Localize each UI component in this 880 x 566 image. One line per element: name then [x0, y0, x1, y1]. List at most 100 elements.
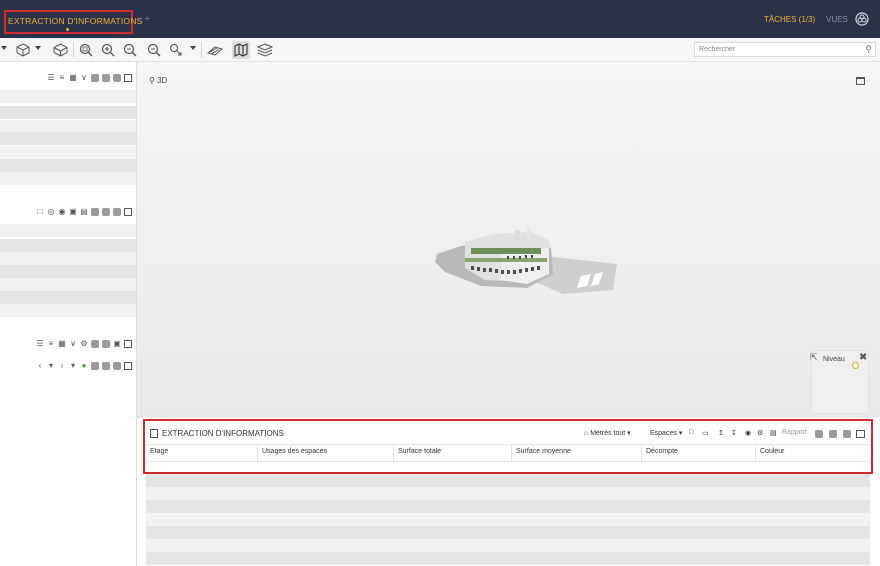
- niveau-label: Niveau: [823, 356, 845, 363]
- chevron-down-icon[interactable]: [35, 46, 41, 50]
- group-icon[interactable]: ▦: [69, 74, 77, 82]
- panel-tools-2: □ ◎ ◉ ▣ ▤: [36, 208, 132, 216]
- view-mode-text: 3D: [157, 76, 168, 85]
- column-header-surface-totale[interactable]: Surface totale: [394, 445, 512, 461]
- search-icon[interactable]: ⚲: [865, 44, 872, 55]
- settings-icon[interactable]: ⚙: [757, 429, 763, 437]
- maximize-icon[interactable]: [124, 340, 132, 348]
- zoom-out-icon[interactable]: [121, 41, 139, 59]
- espaces-dropdown[interactable]: Espaces ▾: [650, 429, 682, 437]
- section-box-icon[interactable]: [51, 41, 69, 59]
- group-icon[interactable]: ▦: [58, 340, 66, 348]
- panel-tools-1: ☰ ≡ ▦ ∨: [47, 74, 132, 82]
- 3d-viewport[interactable]: [137, 62, 880, 418]
- list-item: [0, 278, 136, 291]
- tag-icon[interactable]: ●: [80, 362, 88, 370]
- chevron-left-icon[interactable]: ‹: [36, 362, 44, 370]
- zoom-fit-icon[interactable]: [77, 41, 95, 59]
- hierarchy-icon[interactable]: ≡: [47, 340, 55, 348]
- tool-icon[interactable]: [843, 430, 851, 440]
- eye-icon[interactable]: ◉: [58, 208, 66, 216]
- new-document-icon[interactable]: □: [689, 429, 693, 436]
- cube-view-icon[interactable]: [14, 41, 32, 59]
- chevron-down-icon[interactable]: [190, 46, 196, 50]
- maximize-icon[interactable]: [124, 208, 132, 216]
- close-icon[interactable]: ✖: [859, 352, 867, 363]
- tool-icon[interactable]: [102, 340, 110, 348]
- chevron-down-icon[interactable]: ▾: [47, 362, 55, 370]
- left-panel: ☰ ≡ ▦ ∨ □ ◎ ◉ ▣ ▤ ☰ ≡ ▦ ∨ ⚙ ▣ ‹ ▾ › ▾ ●: [0, 62, 137, 566]
- maximize-icon[interactable]: [856, 430, 865, 440]
- tool-icon[interactable]: [102, 208, 110, 216]
- tab-label: EXTRACTION D'INFORMATIONS: [8, 16, 143, 26]
- maximize-icon[interactable]: [124, 362, 132, 370]
- zoom-window-icon[interactable]: [145, 41, 163, 59]
- active-tab-indicator: [66, 28, 69, 31]
- chevron-down-icon[interactable]: ▾: [69, 362, 77, 370]
- tool-icon[interactable]: [91, 362, 99, 370]
- filter-icon[interactable]: ∨: [69, 340, 77, 348]
- target-icon[interactable]: ◎: [47, 208, 55, 216]
- metres-dropdown[interactable]: ⌂ Métrés tout ▾: [584, 429, 631, 437]
- tree-icon[interactable]: ☰: [36, 340, 44, 348]
- column-header-decompte[interactable]: Décompte: [642, 445, 756, 461]
- expand-arrow-icon[interactable]: ⇱: [810, 352, 818, 363]
- list-item: [0, 159, 136, 172]
- tool-icon[interactable]: [815, 430, 823, 440]
- tool-icon[interactable]: [102, 74, 110, 82]
- plane-icon[interactable]: [206, 41, 224, 59]
- search-input[interactable]: [695, 43, 855, 56]
- column-header-couleur[interactable]: Couleur: [756, 445, 870, 461]
- layers-icon[interactable]: [256, 41, 274, 59]
- building-model[interactable]: [431, 228, 623, 298]
- cube-icon[interactable]: ▣: [69, 208, 77, 216]
- maximize-icon[interactable]: [856, 77, 865, 85]
- tool-icon[interactable]: [113, 74, 121, 82]
- camera-icon[interactable]: ▣: [113, 340, 121, 348]
- chevron-right-icon[interactable]: ›: [58, 362, 66, 370]
- tool-icon[interactable]: [113, 208, 121, 216]
- hierarchy-icon[interactable]: ≡: [58, 74, 66, 82]
- search-field[interactable]: ⚲: [694, 42, 876, 57]
- eye-icon[interactable]: ◉: [745, 429, 751, 437]
- view-mode-label[interactable]: ⚲ 3D: [149, 76, 167, 85]
- document-icon[interactable]: □: [36, 208, 44, 216]
- chevron-down-icon[interactable]: [1, 46, 7, 50]
- add-tab-button[interactable]: +: [144, 13, 150, 25]
- tasks-button[interactable]: TÂCHES (1/3): [764, 15, 815, 24]
- tool-icon[interactable]: [113, 362, 121, 370]
- tool-icon[interactable]: [91, 340, 99, 348]
- tree-icon[interactable]: ☰: [47, 74, 55, 82]
- filter-icon[interactable]: ∨: [80, 74, 88, 82]
- column-header-usages[interactable]: Usages des espaces: [258, 445, 394, 461]
- app-logo-icon[interactable]: [855, 12, 869, 26]
- map-icon[interactable]: [232, 41, 250, 59]
- column-header-etage[interactable]: Etage: [146, 445, 258, 461]
- book-icon[interactable]: ▤: [80, 208, 88, 216]
- select-cursor-icon[interactable]: [167, 41, 185, 59]
- maximize-icon[interactable]: [124, 74, 132, 82]
- tool-icon[interactable]: [829, 430, 837, 440]
- navigation-tools: ‹ ▾ › ▾ ●: [36, 362, 132, 370]
- upload-icon[interactable]: ↥: [718, 429, 724, 437]
- table-row: [146, 513, 870, 526]
- metres-label: Métrés tout: [590, 430, 626, 437]
- info-icon: [150, 429, 158, 438]
- tab-extraction-informations[interactable]: EXTRACTION D'INFORMATIONS: [4, 10, 142, 34]
- tool-icon[interactable]: [102, 362, 110, 370]
- column-header-surface-moyenne[interactable]: Surface moyenne: [512, 445, 642, 461]
- settings-icon[interactable]: ⚙: [80, 340, 88, 348]
- rapport-button[interactable]: Rapport: [782, 429, 807, 436]
- views-button[interactable]: VUES: [826, 15, 848, 24]
- table-row: [146, 526, 870, 539]
- download-icon[interactable]: ↧: [731, 429, 737, 437]
- zoom-in-icon[interactable]: [99, 41, 117, 59]
- folder-icon[interactable]: ▭: [702, 429, 709, 437]
- tool-icon[interactable]: [91, 208, 99, 216]
- table-row: [146, 539, 870, 552]
- tool-icon[interactable]: [91, 74, 99, 82]
- level-pin-icon[interactable]: [852, 362, 859, 369]
- list-item: [0, 252, 136, 265]
- list-item: [0, 106, 136, 119]
- report-icon[interactable]: ▤: [770, 429, 777, 437]
